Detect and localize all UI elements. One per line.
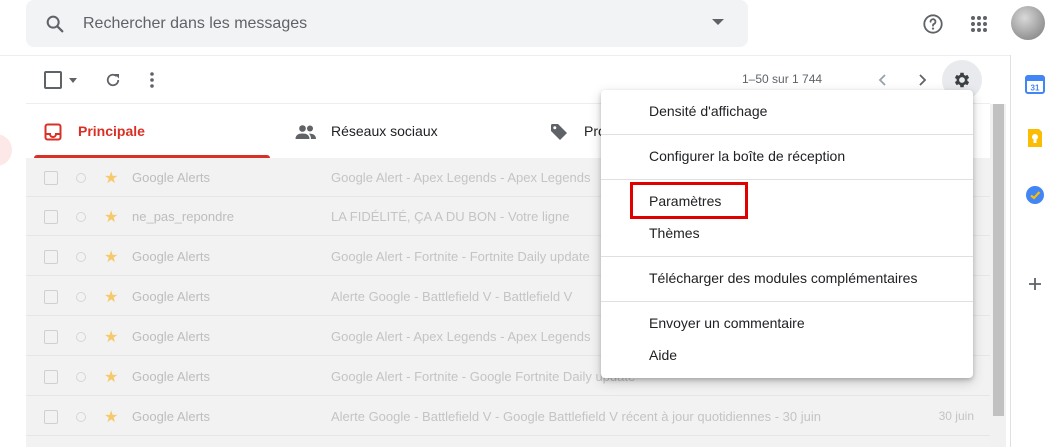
email-sender: Google Alerts bbox=[132, 249, 211, 264]
menu-divider bbox=[601, 301, 973, 302]
menu-item-densite[interactable]: Densité d'affichage bbox=[649, 103, 767, 119]
email-date: 30 juin bbox=[938, 409, 974, 423]
menu-item-telecharger-modules[interactable]: Télécharger des modules complémentaires bbox=[649, 270, 917, 286]
important-marker-icon[interactable] bbox=[76, 292, 86, 302]
star-icon[interactable]: ★ bbox=[104, 367, 118, 387]
menu-item-aide[interactable]: Aide bbox=[649, 347, 677, 363]
menu-item-envoyer-commentaire[interactable]: Envoyer un commentaire bbox=[649, 315, 805, 331]
important-marker-icon[interactable] bbox=[76, 212, 86, 222]
scrollbar-thumb[interactable] bbox=[993, 104, 1004, 416]
avatar[interactable] bbox=[1011, 6, 1045, 40]
row-checkbox[interactable] bbox=[44, 171, 58, 185]
row-checkbox[interactable] bbox=[44, 250, 58, 264]
email-sender: Google Alerts bbox=[132, 369, 211, 384]
settings-menu: Densité d'affichage Configurer la boîte … bbox=[601, 90, 973, 378]
email-sender: Google Alerts bbox=[132, 170, 211, 185]
highlight-box bbox=[630, 182, 748, 219]
tab-principale[interactable]: Principale bbox=[34, 104, 270, 158]
star-icon[interactable]: ★ bbox=[104, 327, 118, 347]
refresh-button[interactable] bbox=[97, 64, 129, 96]
star-icon[interactable]: ★ bbox=[104, 287, 118, 307]
email-sender: Google Alerts bbox=[132, 329, 211, 344]
tab-reseaux-sociaux-label: Réseaux sociaux bbox=[331, 123, 438, 139]
compose-stub bbox=[0, 134, 12, 166]
svg-text:31: 31 bbox=[1031, 84, 1040, 93]
add-icon[interactable] bbox=[1024, 273, 1046, 295]
search-bar[interactable] bbox=[26, 0, 748, 47]
important-marker-icon[interactable] bbox=[76, 252, 86, 262]
important-marker-icon[interactable] bbox=[76, 173, 86, 183]
header-divider bbox=[0, 55, 1010, 56]
tab-reseaux-sociaux[interactable]: Réseaux sociaux bbox=[285, 104, 525, 158]
menu-divider bbox=[601, 256, 973, 257]
star-icon[interactable]: ★ bbox=[104, 207, 118, 227]
pagination-label: 1–50 sur 1 744 bbox=[742, 72, 823, 86]
help-button[interactable] bbox=[917, 8, 949, 40]
tasks-icon[interactable] bbox=[1024, 184, 1046, 206]
email-sender: ne_pas_repondre bbox=[132, 209, 234, 224]
row-checkbox[interactable] bbox=[44, 330, 58, 344]
star-icon[interactable]: ★ bbox=[104, 407, 118, 427]
email-sender: Google Alerts bbox=[132, 409, 211, 424]
row-checkbox[interactable] bbox=[44, 410, 58, 424]
row-checkbox[interactable] bbox=[44, 290, 58, 304]
refresh-icon bbox=[106, 73, 120, 87]
tag-icon bbox=[551, 124, 567, 140]
more-options-button[interactable] bbox=[136, 64, 168, 96]
search-input[interactable] bbox=[83, 10, 683, 37]
list-item[interactable]: ★ Google Alerts Alerte Google - Battlefi… bbox=[26, 397, 990, 436]
help-icon bbox=[923, 14, 943, 34]
search-icon[interactable] bbox=[44, 13, 66, 35]
apps-button[interactable] bbox=[963, 8, 995, 40]
menu-divider bbox=[601, 179, 973, 180]
email-sender: Google Alerts bbox=[132, 289, 211, 304]
side-panel-divider bbox=[1010, 55, 1011, 447]
row-checkbox[interactable] bbox=[44, 210, 58, 224]
chevron-down-icon bbox=[712, 19, 724, 25]
important-marker-icon[interactable] bbox=[76, 332, 86, 342]
more-vert-icon bbox=[150, 72, 154, 88]
menu-item-configurer-boite[interactable]: Configurer la boîte de réception bbox=[649, 148, 845, 164]
tab-principale-label: Principale bbox=[78, 123, 145, 139]
select-dropdown-caret-icon[interactable] bbox=[69, 78, 77, 83]
menu-item-themes[interactable]: Thèmes bbox=[649, 225, 700, 241]
apps-icon bbox=[971, 16, 987, 32]
keep-icon[interactable] bbox=[1024, 127, 1046, 149]
star-icon[interactable]: ★ bbox=[104, 247, 118, 267]
chevron-right-icon bbox=[919, 74, 927, 86]
select-all-checkbox[interactable] bbox=[44, 71, 62, 89]
email-subject: Alerte Google - Battlefield V - Google B… bbox=[331, 409, 821, 424]
important-marker-icon[interactable] bbox=[76, 372, 86, 382]
calendar-icon[interactable]: 31 bbox=[1024, 73, 1046, 95]
chevron-left-icon bbox=[878, 74, 886, 86]
important-marker-icon[interactable] bbox=[76, 412, 86, 422]
people-icon bbox=[295, 125, 316, 139]
row-checkbox[interactable] bbox=[44, 370, 58, 384]
star-icon[interactable]: ★ bbox=[104, 168, 118, 188]
inbox-icon bbox=[44, 123, 62, 141]
menu-divider bbox=[601, 134, 973, 135]
gear-icon bbox=[954, 72, 970, 88]
gmail-window: 1–50 sur 1 744 Principale Réseaux so bbox=[0, 0, 1059, 447]
